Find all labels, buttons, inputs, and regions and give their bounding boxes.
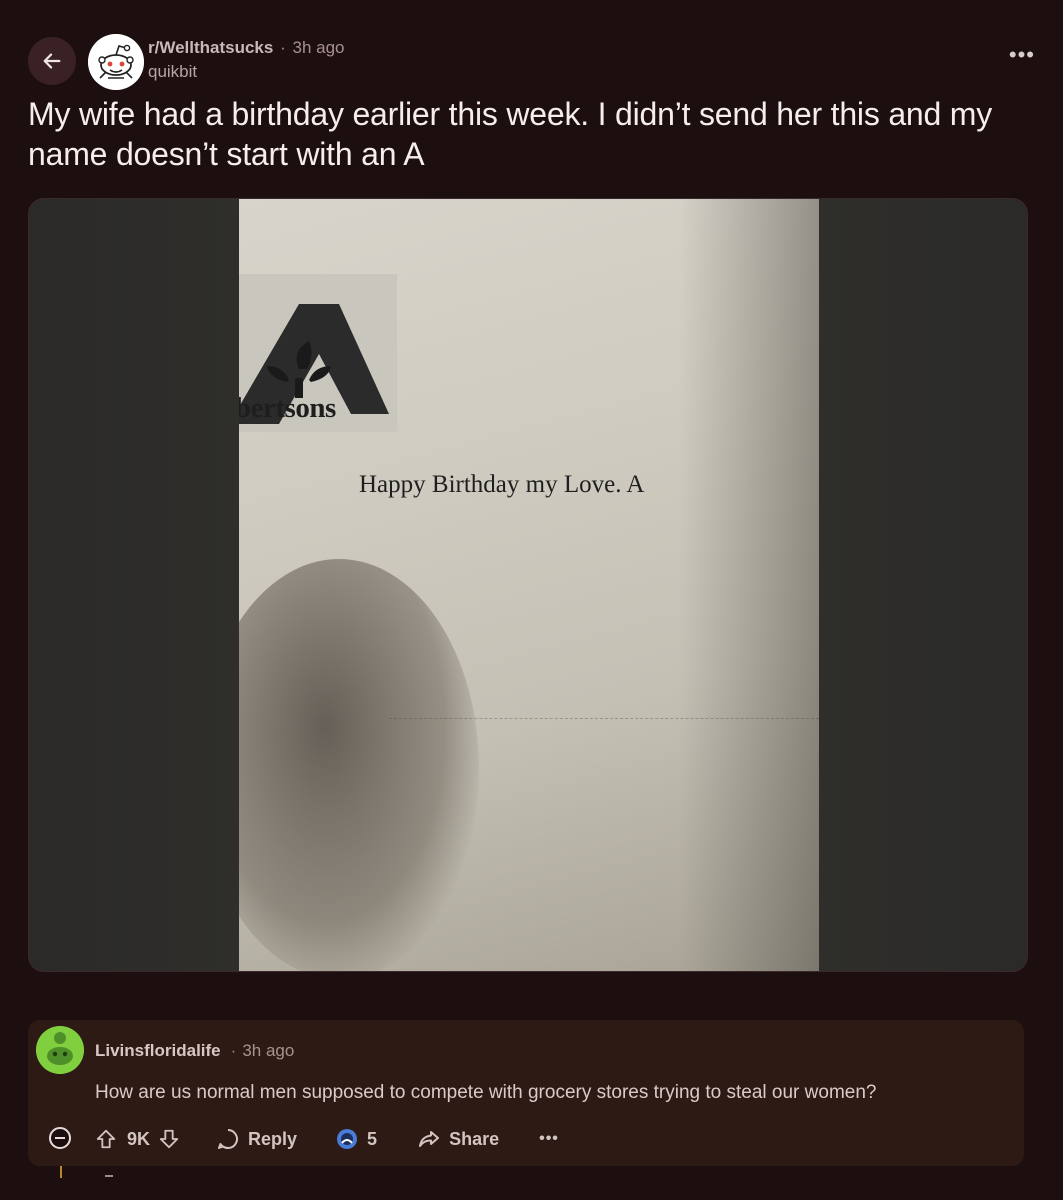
comment-more-button[interactable]: ••• bbox=[539, 1130, 559, 1148]
post-image[interactable]: bertsons Happy Birthday my Love. A bbox=[28, 198, 1028, 972]
comment-time: 3h ago bbox=[242, 1041, 295, 1060]
scroll-hint bbox=[105, 1175, 113, 1177]
thumb-shadow bbox=[239, 559, 479, 971]
post-title: My wife had a birthday earlier this week… bbox=[28, 96, 993, 172]
meta-separator: · bbox=[230, 1041, 237, 1060]
share-label: Share bbox=[449, 1128, 500, 1149]
post-meta: r/Wellthatsucks · 3h ago quikbit bbox=[148, 38, 344, 82]
post-author[interactable]: quikbit bbox=[148, 62, 344, 82]
share-button[interactable]: Share bbox=[417, 1127, 499, 1151]
collapse-icon[interactable] bbox=[49, 1127, 71, 1149]
comment-score: 9K bbox=[127, 1128, 151, 1149]
comment-actions: 9K Reply 5 Share ••• bbox=[95, 1124, 559, 1154]
post-header: r/Wellthatsucks · 3h ago quikbit ••• bbox=[28, 30, 1035, 94]
comment-author[interactable]: Livinsfloridalife bbox=[95, 1041, 221, 1060]
more-options-icon[interactable]: ••• bbox=[1009, 44, 1035, 66]
subreddit-avatar[interactable] bbox=[88, 34, 144, 90]
comment-body: How are us normal men supposed to compet… bbox=[95, 1082, 877, 1103]
reply-label: Reply bbox=[248, 1128, 298, 1149]
award-button[interactable]: 5 bbox=[335, 1127, 377, 1151]
award-icon bbox=[337, 1129, 358, 1149]
commenter-avatar[interactable] bbox=[36, 1026, 84, 1074]
reply-bubble-icon bbox=[218, 1129, 238, 1150]
reddit-snoo-icon bbox=[88, 34, 144, 90]
subreddit-name[interactable]: r/Wellthatsucks bbox=[148, 38, 273, 57]
snoo-avatar-icon bbox=[36, 1026, 84, 1074]
meta-separator: · bbox=[280, 38, 286, 57]
reply-button[interactable]: Reply bbox=[216, 1127, 297, 1151]
downvote-icon[interactable] bbox=[158, 1128, 180, 1150]
post-time: 3h ago bbox=[292, 38, 345, 57]
edge-shadow bbox=[679, 199, 819, 971]
comment-meta: Livinsfloridalife · 3h ago bbox=[95, 1041, 294, 1061]
back-arrow-icon bbox=[43, 53, 61, 69]
upvote-icon[interactable] bbox=[95, 1128, 117, 1150]
card-message: Happy Birthday my Love. A bbox=[359, 471, 645, 498]
back-button[interactable] bbox=[28, 37, 76, 85]
vote-group: 9K bbox=[95, 1128, 180, 1150]
logo-wordmark: bertsons bbox=[239, 392, 336, 424]
award-count: 5 bbox=[367, 1128, 378, 1149]
share-arrow-icon bbox=[419, 1131, 440, 1147]
photo-card: bertsons Happy Birthday my Love. A bbox=[239, 199, 819, 971]
